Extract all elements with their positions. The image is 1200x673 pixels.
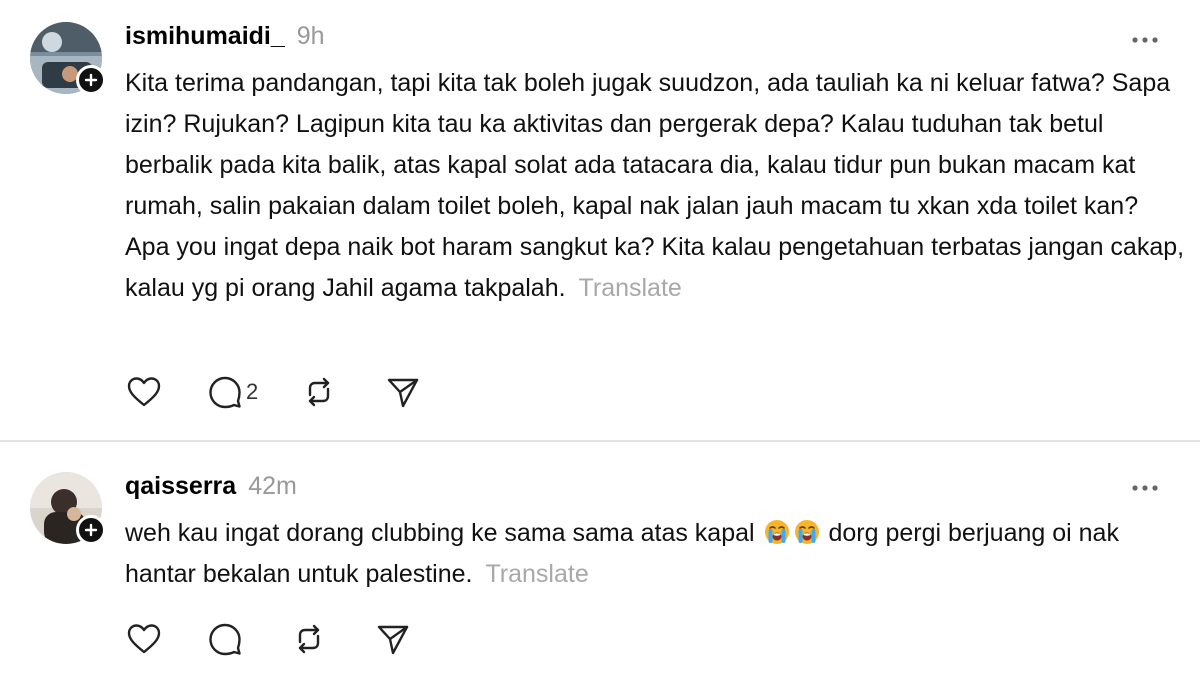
follow-button[interactable]	[76, 65, 106, 95]
timestamp[interactable]: 9h	[297, 22, 325, 51]
loudly-crying-face-emoji	[764, 520, 789, 544]
follow-button[interactable]	[76, 515, 106, 545]
more-options-button[interactable]	[1130, 478, 1160, 498]
post-header: ismihumaidi_ 9h	[125, 22, 325, 51]
reply-button[interactable]: 2	[208, 375, 258, 409]
comment-icon	[209, 376, 241, 409]
username[interactable]: ismihumaidi_	[125, 22, 285, 51]
reply-count: 2	[246, 379, 259, 404]
translate-link[interactable]: Translate	[579, 274, 682, 302]
reply-button[interactable]	[208, 622, 242, 656]
loudly-crying-face-emoji	[794, 520, 819, 544]
heart-icon	[127, 624, 161, 654]
repost-icon	[298, 624, 320, 654]
post-text: weh kau ingat dorang clubbing ke sama sa…	[125, 513, 1185, 595]
repost-button[interactable]	[302, 375, 336, 409]
post-text: Kita terima pandangan, tapi kita tak bol…	[125, 63, 1185, 309]
repost-button[interactable]	[292, 622, 326, 656]
more-horizontal-icon	[1132, 37, 1158, 43]
comment-icon	[209, 623, 241, 656]
action-bar	[126, 622, 410, 656]
timestamp[interactable]: 42m	[248, 472, 297, 501]
plus-icon	[84, 523, 98, 537]
like-button[interactable]	[126, 375, 162, 409]
thread-post: qaisserra 42m weh kau ingat dorang clubb…	[0, 442, 1200, 673]
share-button[interactable]	[386, 375, 420, 409]
heart-icon	[127, 377, 161, 407]
send-icon	[377, 625, 409, 655]
post-header: qaisserra 42m	[125, 472, 297, 501]
post-body-part-1: weh kau ingat dorang clubbing ke sama sa…	[125, 519, 755, 547]
post-body: Kita terima pandangan, tapi kita tak bol…	[125, 69, 1185, 302]
share-button[interactable]	[376, 622, 410, 656]
like-button[interactable]	[126, 622, 162, 656]
thread-post: ismihumaidi_ 9h Kita terima pandangan, t…	[0, 0, 1200, 440]
translate-link[interactable]: Translate	[485, 560, 588, 588]
username[interactable]: qaisserra	[125, 472, 236, 501]
action-bar: 2	[126, 375, 420, 409]
send-icon	[388, 378, 419, 408]
repost-icon	[309, 377, 330, 407]
more-horizontal-icon	[1132, 485, 1158, 491]
more-options-button[interactable]	[1130, 30, 1160, 50]
plus-icon	[84, 73, 98, 87]
